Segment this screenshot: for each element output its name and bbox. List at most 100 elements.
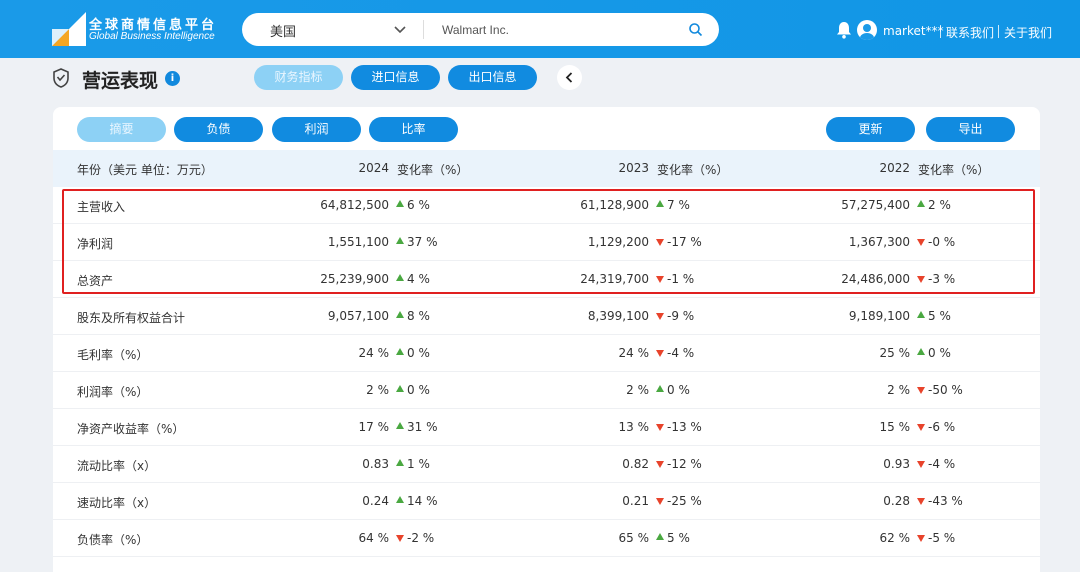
- arrow-down-icon: [917, 424, 925, 431]
- row-change: -43 %: [928, 494, 963, 508]
- row-value: 2 %: [887, 383, 910, 397]
- country-select[interactable]: 美国: [270, 21, 296, 40]
- info-icon[interactable]: i: [165, 71, 180, 86]
- row-label: 股东及所有权益合计: [77, 311, 186, 325]
- arrow-down-icon: [656, 313, 664, 320]
- financial-summary-card: 摘要 负债 利润 比率 更新 导出 年份（美元 单位：万元） 2024 变化率（…: [53, 107, 1040, 572]
- subtab-ratio[interactable]: 比率: [369, 117, 458, 142]
- subtab-summary[interactable]: 摘要: [77, 117, 166, 142]
- subtab-liabilities[interactable]: 负债: [174, 117, 263, 142]
- table-row: 净资产收益率（%） 17 % 31 % 13 % -13 % 15 % -6 %: [53, 409, 1040, 446]
- subtab-profit[interactable]: 利润: [272, 117, 361, 142]
- row-value: 0.24: [362, 494, 389, 508]
- row-change: -25 %: [667, 494, 702, 508]
- bell-icon[interactable]: [836, 21, 852, 39]
- row-value: 64,812,500: [320, 198, 389, 212]
- update-button[interactable]: 更新: [826, 117, 915, 142]
- row-change: 0 %: [928, 346, 951, 360]
- tab-export-info[interactable]: 出口信息: [448, 65, 537, 90]
- arrow-down-icon: [396, 535, 404, 542]
- arrow-down-icon: [917, 239, 925, 246]
- arrow-down-icon: [656, 498, 664, 505]
- row-label: 主营收入: [77, 200, 126, 214]
- tab-financial-indicators[interactable]: 财务指标: [254, 65, 343, 90]
- row-change: 31 %: [407, 420, 438, 434]
- header-change: 变化率（%）: [657, 163, 729, 177]
- avatar[interactable]: [857, 20, 877, 40]
- row-label: 总资产: [77, 274, 114, 288]
- export-button[interactable]: 导出: [926, 117, 1015, 142]
- logo-icon: [52, 12, 86, 46]
- row-change: -13 %: [667, 420, 702, 434]
- row-change: 2 %: [928, 198, 951, 212]
- row-change: 4 %: [407, 272, 430, 286]
- search-icon[interactable]: [688, 22, 703, 37]
- arrow-down-icon: [656, 350, 664, 357]
- arrow-up-icon: [656, 200, 664, 207]
- header-year-2022: 2022: [879, 161, 910, 175]
- arrow-down-icon: [656, 461, 664, 468]
- row-change: 14 %: [407, 494, 438, 508]
- table-row: 毛利率（%） 24 % 0 % 24 % -4 % 25 % 0 %: [53, 335, 1040, 372]
- table-row: 流动比率（x） 0.83 1 % 0.82 -12 % 0.93 -4 %: [53, 446, 1040, 483]
- arrow-up-icon: [396, 348, 404, 355]
- arrow-up-icon: [917, 311, 925, 318]
- row-change: 6 %: [407, 198, 430, 212]
- row-change: -17 %: [667, 235, 702, 249]
- row-change: 7 %: [667, 198, 690, 212]
- company-search-input[interactable]: [442, 18, 672, 41]
- row-label: 流动比率（x）: [77, 459, 157, 473]
- page-title: 营运表现: [82, 70, 159, 92]
- row-change: -4 %: [928, 457, 956, 471]
- user-icon: [860, 24, 874, 40]
- row-change: 0 %: [407, 383, 430, 397]
- table-row: 负债率（%） 64 % -2 % 65 % 5 % 62 % -5 %: [53, 520, 1040, 557]
- header-divider: [998, 25, 999, 38]
- row-value: 0.93: [883, 457, 910, 471]
- arrow-up-icon: [396, 385, 404, 392]
- arrow-up-icon: [656, 533, 664, 540]
- arrow-up-icon: [396, 496, 404, 503]
- arrow-down-icon: [917, 276, 925, 283]
- row-value: 0.82: [622, 457, 649, 471]
- row-value: 17 %: [358, 420, 390, 434]
- arrow-up-icon: [396, 459, 404, 466]
- row-value: 0.21: [622, 494, 649, 508]
- row-value: 2 %: [626, 383, 649, 397]
- row-value: 9,189,100: [848, 309, 910, 323]
- back-button[interactable]: [557, 65, 582, 90]
- chevron-down-icon[interactable]: [393, 22, 407, 36]
- row-change: 37 %: [407, 235, 438, 249]
- logo-title-en: Global Business Intelligence: [89, 31, 215, 42]
- row-label: 净资产收益率（%）: [77, 422, 185, 436]
- row-value: 25,239,900: [320, 272, 389, 286]
- tab-import-info[interactable]: 进口信息: [351, 65, 440, 90]
- contact-us-link[interactable]: 联系我们: [946, 24, 994, 41]
- row-value: 15 %: [879, 420, 911, 434]
- username[interactable]: market***: [883, 24, 944, 38]
- row-value: 1,551,100: [327, 235, 389, 249]
- table-header: 年份（美元 单位：万元） 2024 变化率（%） 2023 变化率（%） 202…: [53, 150, 1040, 187]
- shield-icon: [53, 68, 69, 88]
- row-change: -12 %: [667, 457, 702, 471]
- row-label: 利润率（%）: [77, 385, 149, 399]
- arrow-down-icon: [656, 276, 664, 283]
- header-label: 年份（美元 单位：万元）: [77, 163, 213, 177]
- row-value: 24 %: [618, 346, 650, 360]
- table-row: 净利润 1,551,100 37 % 1,129,200 -17 % 1,367,300 -…: [53, 224, 1040, 261]
- chevron-left-icon: [565, 72, 573, 83]
- arrow-down-icon: [917, 461, 925, 468]
- about-us-link[interactable]: 关于我们: [1004, 24, 1052, 41]
- table-row: 利润率（%） 2 % 0 % 2 % 0 % 2 % -50 %: [53, 372, 1040, 409]
- header-year-2023: 2023: [618, 161, 649, 175]
- row-change: 1 %: [407, 457, 430, 471]
- header-year-2024: 2024: [358, 161, 389, 175]
- arrow-up-icon: [396, 311, 404, 318]
- search-bar: 美国: [242, 13, 719, 46]
- row-value: 64 %: [358, 531, 390, 545]
- row-value: 62 %: [879, 531, 911, 545]
- arrow-up-icon: [917, 200, 925, 207]
- header-change: 变化率（%）: [397, 163, 469, 177]
- table-row: 主营收入 64,812,500 6 % 61,128,900 7 % 57,275,400…: [53, 187, 1040, 224]
- row-change: -5 %: [928, 531, 956, 545]
